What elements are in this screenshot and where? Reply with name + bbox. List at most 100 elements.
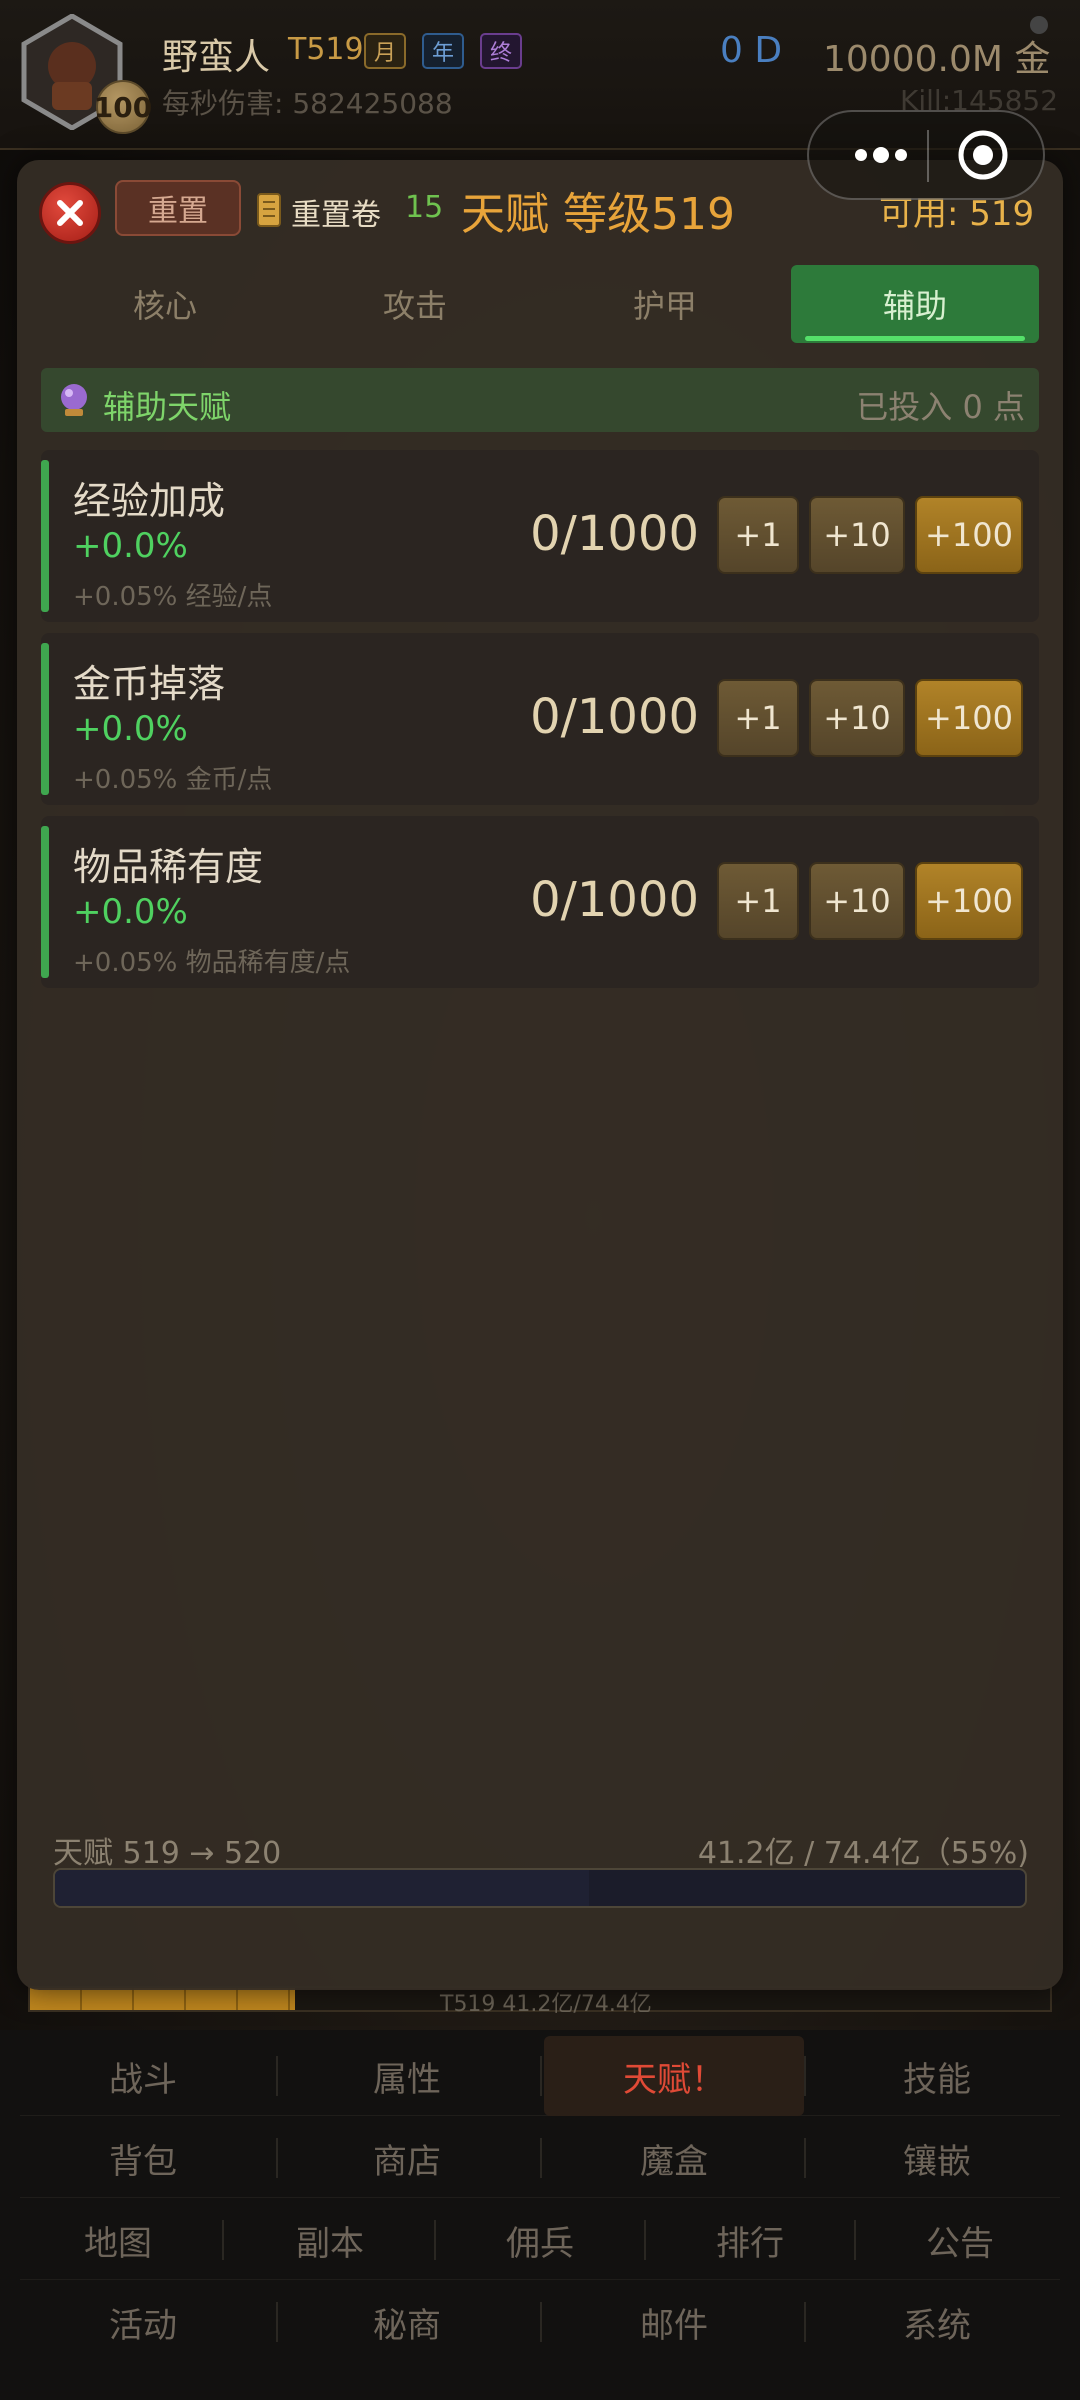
- indicator-dot-icon: [1030, 16, 1048, 34]
- nav-secret-merchant[interactable]: 秘商: [284, 2282, 530, 2362]
- nav-divider: [540, 2302, 542, 2342]
- talent-description: +0.05% 物品稀有度/点: [73, 948, 351, 978]
- target-icon: [958, 130, 1008, 180]
- nav-inlay[interactable]: 镶嵌: [814, 2118, 1060, 2198]
- nav-divider: [276, 2056, 278, 2096]
- talent-level-progress-label: 天赋 519 → 520: [53, 1836, 282, 1871]
- scroll-icon: [257, 193, 281, 227]
- player-tier: T519: [288, 32, 364, 67]
- reset-button[interactable]: 重置: [115, 180, 241, 236]
- nav-divider: [540, 2138, 542, 2178]
- row-accent: [41, 460, 49, 612]
- tab-attack[interactable]: 攻击: [291, 265, 539, 343]
- nav-system[interactable]: 系统: [814, 2282, 1060, 2362]
- talent-description: +0.05% 金币/点: [73, 765, 273, 795]
- more-icon: [855, 147, 907, 163]
- nav-divider: [540, 2056, 542, 2096]
- nav-battle[interactable]: 战斗: [20, 2036, 266, 2116]
- nav-talent[interactable]: 天赋！: [544, 2036, 804, 2116]
- avatar-level-badge: 100: [94, 80, 152, 134]
- reset-scroll-label: 重置卷: [291, 198, 381, 233]
- nav-divider: [222, 2220, 224, 2260]
- talent-progress: 0/1000: [530, 689, 699, 745]
- nav-shop[interactable]: 商店: [284, 2118, 530, 2198]
- nav-mercenary[interactable]: 佣兵: [440, 2200, 640, 2280]
- nav-divider: [804, 2138, 806, 2178]
- add-1-button[interactable]: +1: [717, 679, 799, 757]
- nav-mail[interactable]: 邮件: [544, 2282, 804, 2362]
- talent-name: 经验加成: [73, 479, 226, 523]
- add-1-button[interactable]: +1: [717, 862, 799, 940]
- talent-progress-bar: [53, 1868, 1027, 1908]
- nav-announcement[interactable]: 公告: [860, 2200, 1060, 2280]
- close-button[interactable]: [39, 182, 101, 244]
- talent-level-title: 天赋 等级519: [461, 189, 735, 240]
- currency-d: 0 D: [720, 30, 783, 71]
- talent-progress-fill: [55, 1870, 589, 1906]
- game-xp-fill: [30, 1988, 296, 2010]
- exit-button[interactable]: [941, 112, 1025, 198]
- final-badge: 终: [480, 33, 523, 69]
- talent-percent: +0.0%: [73, 526, 188, 566]
- nav-divider: [804, 2302, 806, 2342]
- nav-divider: [276, 2302, 278, 2342]
- nav-row-1: 战斗 属性 天赋！ 技能: [20, 2036, 1060, 2116]
- nav-row-3: 地图 副本 佣兵 排行 公告: [20, 2200, 1060, 2280]
- talent-percent: +0.0%: [73, 892, 188, 932]
- add-10-button[interactable]: +10: [809, 679, 905, 757]
- talent-description: +0.05% 经验/点: [73, 582, 273, 612]
- talent-exp-amount: 41.2亿 / 74.4亿（55%): [697, 1836, 1029, 1871]
- nav-dungeon[interactable]: 副本: [230, 2200, 430, 2280]
- more-button[interactable]: [839, 112, 923, 198]
- nav-backpack[interactable]: 背包: [20, 2118, 266, 2198]
- gold-amount: 10000.0M 金: [823, 39, 1051, 80]
- talent-row-gold-drop: 金币掉落 +0.0% +0.05% 金币/点 0/1000 +1 +10 +10…: [41, 633, 1039, 805]
- nav-row-2: 背包 商店 魔盒 镶嵌: [20, 2118, 1060, 2198]
- talent-percent: +0.0%: [73, 709, 188, 749]
- game-xp-text: T519 41.2亿/74.4亿: [440, 1992, 652, 2017]
- add-1-button[interactable]: +1: [717, 496, 799, 574]
- month-badge: 月: [364, 33, 407, 69]
- row-accent: [41, 826, 49, 978]
- tab-armor[interactable]: 护甲: [541, 265, 789, 343]
- crystal-ball-icon: [61, 384, 87, 416]
- close-icon: [57, 200, 83, 226]
- talent-tabs: 核心 攻击 护甲 辅助: [41, 265, 1041, 343]
- bottom-navigation: 战斗 属性 天赋！ 技能 背包 商店 魔盒 镶嵌 地图 副本 佣兵 排行 公告 …: [0, 2030, 1080, 2400]
- talent-progress: 0/1000: [530, 506, 699, 562]
- add-10-button[interactable]: +10: [809, 496, 905, 574]
- nav-magic-box[interactable]: 魔盒: [544, 2118, 804, 2198]
- talent-row-exp-bonus: 经验加成 +0.0% +0.05% 经验/点 0/1000 +1 +10 +10…: [41, 450, 1039, 622]
- nav-events[interactable]: 活动: [20, 2282, 266, 2362]
- capsule-divider: [927, 130, 929, 182]
- nav-attributes[interactable]: 属性: [284, 2036, 530, 2116]
- add-100-button[interactable]: +100: [915, 679, 1023, 757]
- section-invested-points: 已投入 0 点: [856, 388, 1025, 426]
- row-accent: [41, 643, 49, 795]
- dps-text: 每秒伤害: 582425088: [162, 87, 453, 120]
- talent-name: 物品稀有度: [73, 845, 264, 889]
- support-section-header: 辅助天赋 已投入 0 点: [41, 368, 1039, 432]
- add-100-button[interactable]: +100: [915, 862, 1023, 940]
- add-10-button[interactable]: +10: [809, 862, 905, 940]
- miniprogram-capsule: [807, 110, 1045, 200]
- talent-progress: 0/1000: [530, 872, 699, 928]
- nav-skills[interactable]: 技能: [814, 2036, 1060, 2116]
- nav-divider: [434, 2220, 436, 2260]
- tab-core[interactable]: 核心: [41, 265, 289, 343]
- talent-name: 金币掉落: [73, 662, 226, 706]
- nav-divider: [644, 2220, 646, 2260]
- talent-row-item-rarity: 物品稀有度 +0.0% +0.05% 物品稀有度/点 0/1000 +1 +10…: [41, 816, 1039, 988]
- player-name: 野蛮人: [162, 37, 271, 78]
- tab-support[interactable]: 辅助: [791, 265, 1039, 343]
- nav-map[interactable]: 地图: [20, 2200, 216, 2280]
- nav-ranking[interactable]: 排行: [650, 2200, 850, 2280]
- year-badge: 年: [422, 33, 465, 69]
- nav-divider: [276, 2138, 278, 2178]
- section-title: 辅助天赋: [103, 388, 232, 426]
- reset-scroll-count: 15: [405, 190, 444, 225]
- nav-row-4: 活动 秘商 邮件 系统: [20, 2282, 1060, 2362]
- add-100-button[interactable]: +100: [915, 496, 1023, 574]
- talent-modal: 重置 重置卷 15 天赋 等级519 可用: 519 核心 攻击 护甲 辅助 辅…: [17, 160, 1063, 1990]
- nav-divider: [854, 2220, 856, 2260]
